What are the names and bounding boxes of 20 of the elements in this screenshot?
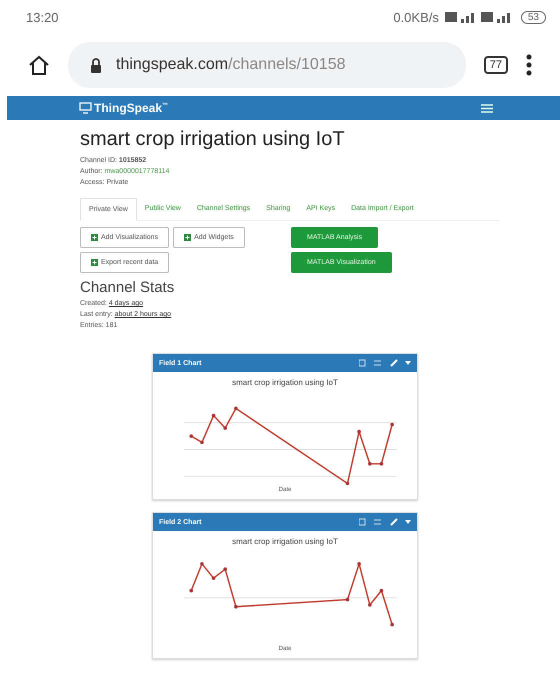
- channel-title: smart crop irrigation using IoT: [80, 128, 346, 151]
- panel-tools-icon[interactable]: [359, 359, 411, 367]
- monitor-icon: [79, 102, 92, 114]
- chart-title: smart crop irrigation using IoT: [232, 378, 338, 387]
- tab-count-button[interactable]: 77: [484, 56, 508, 74]
- menu-icon[interactable]: [481, 104, 493, 112]
- chart-title: smart crop irrigation using IoT: [232, 537, 338, 546]
- network-speed: 0.0KB/s: [393, 10, 439, 24]
- lock-icon: [90, 58, 102, 72]
- battery-level: 53: [520, 10, 546, 24]
- more-icon[interactable]: [526, 54, 532, 76]
- home-icon[interactable]: [28, 54, 50, 76]
- brand-logo[interactable]: ThingSpeak$^{™}$: [94, 101, 168, 115]
- address-field[interactable]: thingspeak.com/channels/10158: [68, 42, 466, 88]
- plus-icon: [184, 234, 192, 241]
- plus-icon: [91, 234, 98, 241]
- plus-icon: [91, 259, 98, 266]
- panel-tools-icon[interactable]: [359, 518, 411, 526]
- status-time: 13:20: [26, 10, 59, 24]
- stats-heading: Channel Stats: [80, 279, 176, 296]
